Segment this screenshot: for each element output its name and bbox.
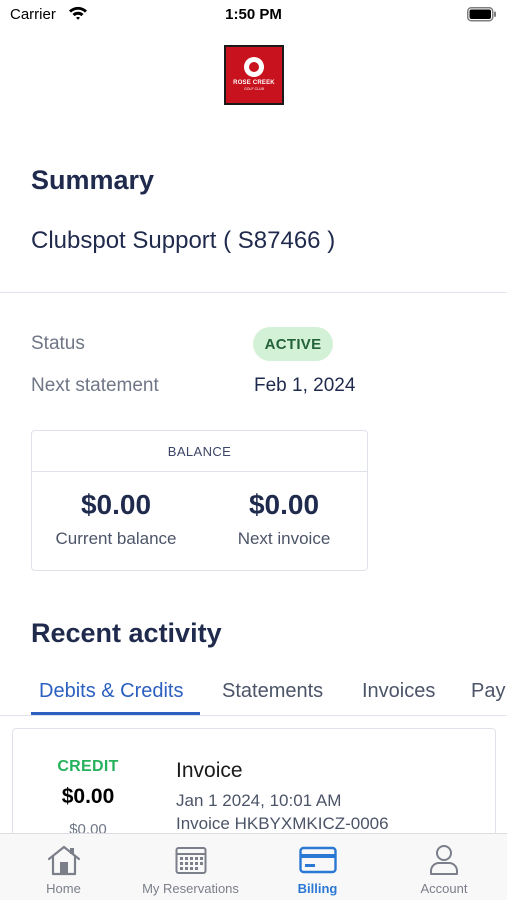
tabbar-label-reservations: My Reservations [142,881,239,896]
status-bar: Carrier 1:50 PM [0,0,507,32]
page-title: Summary [31,165,155,195]
tabbar-item-account[interactable]: Account [381,834,507,900]
logo-mark-icon [244,56,264,77]
bottom-tab-bar: Home My Reservations Billing Account [0,833,507,900]
activity-tabs: Debits & Credits Statements Invoices Pay [0,670,507,716]
tabbar-label-billing: Billing [297,881,338,896]
tab-invoices[interactable]: Invoices [362,680,435,703]
credit-card-icon [298,843,337,877]
next-statement-value: Feb 1, 2024 [254,375,356,396]
next-statement-label: Next statement [31,375,159,396]
status-badge: ACTIVE [253,327,333,361]
tabbar-label-home: Home [46,881,81,896]
active-tab-indicator [31,712,200,715]
tabbar-item-billing[interactable]: Billing [254,834,381,900]
current-balance: $0.00 Current balance [32,489,200,549]
next-invoice: $0.00 Next invoice [200,489,368,549]
current-balance-amount: $0.00 [80,489,152,520]
tabbar-item-home[interactable]: Home [0,834,127,900]
balance-header: BALANCE [32,431,367,472]
person-icon [428,843,460,877]
tab-debits-credits[interactable]: Debits & Credits [39,680,184,703]
activity-item[interactable]: CREDIT $0.00 $0.00 Invoice Jan 1 2024, 1… [12,728,496,848]
recent-activity-title: Recent activity [31,618,222,648]
section-divider [0,292,507,293]
activity-type-badge: CREDIT [57,758,119,775]
next-invoice-amount: $0.00 [248,489,320,520]
battery-icon [467,7,497,27]
activity-reference: Invoice HKBYXMKICZ-0006 [176,814,389,833]
current-balance-label: Current balance [55,529,177,548]
clock: 1:50 PM [225,6,282,23]
next-invoice-label: Next invoice [237,529,331,548]
activity-date: Jan 1 2024, 10:01 AM [176,791,342,810]
logo-name: ROSE CREEK [233,79,275,86]
status-label: Status [31,333,85,354]
calendar-icon [175,843,207,877]
club-logo: ROSE CREEK GOLF CLUB [224,45,284,105]
activity-amount: $0.00 [61,785,115,808]
tabbar-label-account: Account [420,881,468,896]
tabbar-item-reservations[interactable]: My Reservations [127,834,254,900]
tab-pay[interactable]: Pay [471,680,505,703]
balance-card: BALANCE $0.00 Current balance $0.00 Next… [31,430,368,571]
member-name: Clubspot Support ( S87466 ) [31,227,336,254]
activity-title: Invoice [176,759,243,782]
tab-statements[interactable]: Statements [222,680,323,703]
logo-subtitle: GOLF CLUB [244,86,264,91]
home-icon [46,843,82,877]
